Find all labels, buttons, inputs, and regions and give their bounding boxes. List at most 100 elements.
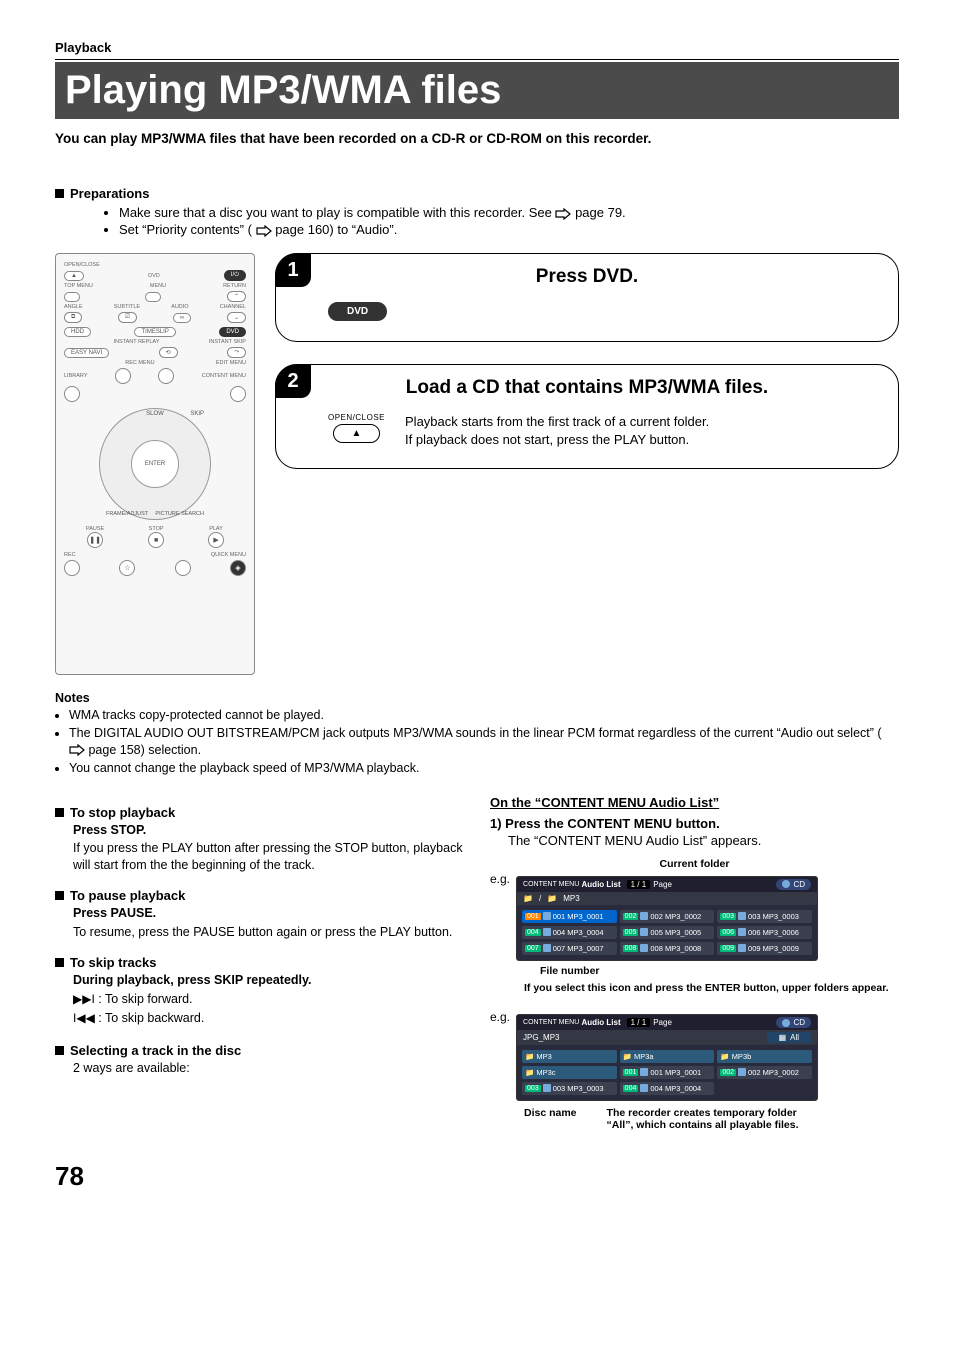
remote-label: SLOW [146, 411, 164, 417]
audio-list-screenshot-2: CONTENT MENU Audio List 1 / 1 Page CD JP… [516, 1014, 818, 1101]
file-cell[interactable]: 001001 MP3_0001 [620, 1066, 715, 1079]
rec-button[interactable] [64, 560, 80, 576]
page-title: Playing MP3/WMA files [55, 62, 899, 119]
page-ref-arrow-icon [256, 225, 272, 237]
all-folder[interactable]: All [790, 1033, 799, 1042]
file-cell[interactable]: 003003 MP3_0003 [717, 910, 812, 923]
channel-button[interactable]: ⌄ [227, 312, 246, 323]
divider [55, 59, 899, 60]
remote-label: CHANNEL [220, 304, 246, 310]
remote-label: ANGLE [64, 304, 83, 310]
power-button[interactable]: I/⏻ [224, 270, 246, 281]
remote-label: ENTER [145, 461, 165, 467]
folder-cell[interactable]: 📁MP3c [522, 1066, 617, 1079]
library-button[interactable] [64, 386, 80, 402]
all-folder-caption: The recorder creates temporary folder “A… [607, 1107, 807, 1131]
up-folder-icon[interactable]: 📁 [523, 894, 533, 903]
folder-cell[interactable]: 📁MP3 [522, 1050, 617, 1063]
example-label: e.g. [490, 1010, 510, 1024]
crumb-folder: MP3 [563, 894, 579, 903]
file-cell[interactable]: 001001 MP3_0001 [522, 910, 617, 923]
remote-label: QUICK MENU [211, 552, 246, 558]
remote-label: EDIT MENU [216, 360, 246, 366]
file-cell[interactable]: 004004 MP3_0004 [620, 1082, 715, 1095]
instant-replay-button[interactable]: ⟲ [159, 347, 178, 358]
remote-btn[interactable] [158, 368, 174, 384]
return-button[interactable]: ⌃ [227, 291, 246, 302]
file-cell[interactable]: 003003 MP3_0003 [522, 1082, 617, 1095]
play-button[interactable]: ▶ [208, 532, 224, 548]
file-cell[interactable]: 006006 MP3_0006 [717, 926, 812, 939]
remote-label: RETURN [223, 283, 246, 289]
skip-forward: ▶▶I : To skip forward. [73, 991, 464, 1008]
stop-button[interactable]: ■ [148, 532, 164, 548]
hdd-button[interactable]: HDD [64, 327, 91, 337]
intro-text: You can play MP3/WMA files that have bee… [55, 131, 899, 146]
nav-wheel[interactable]: SLOW SKIP ENTER FRAME/ADJUST PICTURE SEA… [99, 408, 211, 520]
step-1-box: 1 Press DVD. DVD [275, 253, 899, 342]
audio-button[interactable]: ∞ [173, 313, 191, 323]
skip-forward-text: : To skip forward. [98, 992, 192, 1006]
square-bullet-icon [55, 808, 64, 817]
remote-label: INSTANT SKIP [209, 339, 246, 345]
upper-folders-caption: If you select this icon and press the EN… [524, 982, 899, 996]
remote-label: LIBRARY [64, 373, 87, 379]
folder-cell[interactable]: 📁MP3a [620, 1050, 715, 1063]
square-bullet-icon [55, 1046, 64, 1055]
step-2-note-2: If playback does not start, press the PL… [405, 431, 709, 449]
angle-button[interactable]: ⧉ [64, 312, 82, 323]
folder-cell[interactable]: 📁MP3b [717, 1050, 812, 1063]
remote-label: SUBTITLE [114, 304, 140, 310]
file-cell[interactable]: 008008 MP3_0008 [620, 942, 715, 955]
remote-btn[interactable] [64, 292, 80, 302]
prep-item-1: Make sure that a disc you want to play i… [119, 205, 899, 220]
star-button[interactable]: ☆ [119, 560, 135, 576]
prep-item-1-text: Make sure that a disc you want to play i… [119, 205, 555, 220]
skip-backward-text: : To skip backward. [98, 1011, 204, 1025]
file-cell[interactable]: 009009 MP3_0009 [717, 942, 812, 955]
remote-btn[interactable] [115, 368, 131, 384]
remote-label: PICTURE SEARCH [155, 511, 204, 517]
open-close-button[interactable]: ▲ [64, 271, 84, 281]
ss-page: 1 / 1 [631, 880, 647, 889]
timeslip-button[interactable]: TIMESLIP [134, 327, 175, 337]
enter-button[interactable]: ENTER [131, 440, 179, 488]
file-cell[interactable]: 002002 MP3_0002 [717, 1066, 812, 1079]
remote-label: AUDIO [171, 304, 188, 310]
content-menu-step-1: 1) Press the CONTENT MENU button. [490, 816, 899, 831]
remote-label: CONTENT MENU [202, 373, 246, 379]
page-ref-arrow-icon [69, 744, 85, 756]
file-cell[interactable]: 002002 MP3_0002 [620, 910, 715, 923]
quick-menu-button[interactable]: ◈ [230, 560, 246, 576]
prep-item-2-text: Set “Priority contents” ( [119, 222, 252, 237]
step-1-title: Press DVD. [298, 266, 876, 288]
page-number: 78 [55, 1161, 899, 1192]
prep-item-2-ref: page 160) to “Audio”. [275, 222, 397, 237]
pause-desc: To resume, press the PAUSE button again … [73, 924, 464, 941]
step-number-2: 2 [275, 364, 311, 398]
notes-heading: Notes [55, 691, 899, 705]
select-track-desc: 2 ways are available: [73, 1060, 464, 1077]
section-label: Playback [55, 40, 899, 55]
easy-navi-button[interactable]: EASY NAVI [64, 348, 109, 358]
pause-button[interactable]: ❚❚ [87, 532, 103, 548]
remote-label: SKIP [190, 411, 204, 417]
skip-heading: To skip tracks [70, 955, 156, 970]
content-menu-button[interactable] [230, 386, 246, 402]
file-cell[interactable]: 004004 MP3_0004 [522, 926, 617, 939]
square-bullet-icon [55, 891, 64, 900]
dvd-button[interactable]: DVD [219, 327, 246, 337]
instant-skip-button[interactable]: ⤳ [227, 347, 246, 358]
file-cell[interactable]: 005005 MP3_0005 [620, 926, 715, 939]
file-cell[interactable]: 007007 MP3_0007 [522, 942, 617, 955]
notes-list: WMA tracks copy-protected cannot be play… [55, 707, 899, 777]
pause-heading: To pause playback [70, 888, 185, 903]
remote-label: MENU [150, 283, 166, 289]
note-item: WMA tracks copy-protected cannot be play… [69, 707, 899, 724]
subtitle-button[interactable]: ⎚ [118, 312, 137, 323]
note-item: The DIGITAL AUDIO OUT BITSTREAM/PCM jack… [69, 725, 899, 759]
dvd-button-graphic: DVD [328, 302, 387, 321]
ss-title: Audio List [582, 880, 621, 889]
remote-btn[interactable] [175, 560, 191, 576]
remote-btn[interactable] [145, 292, 161, 302]
